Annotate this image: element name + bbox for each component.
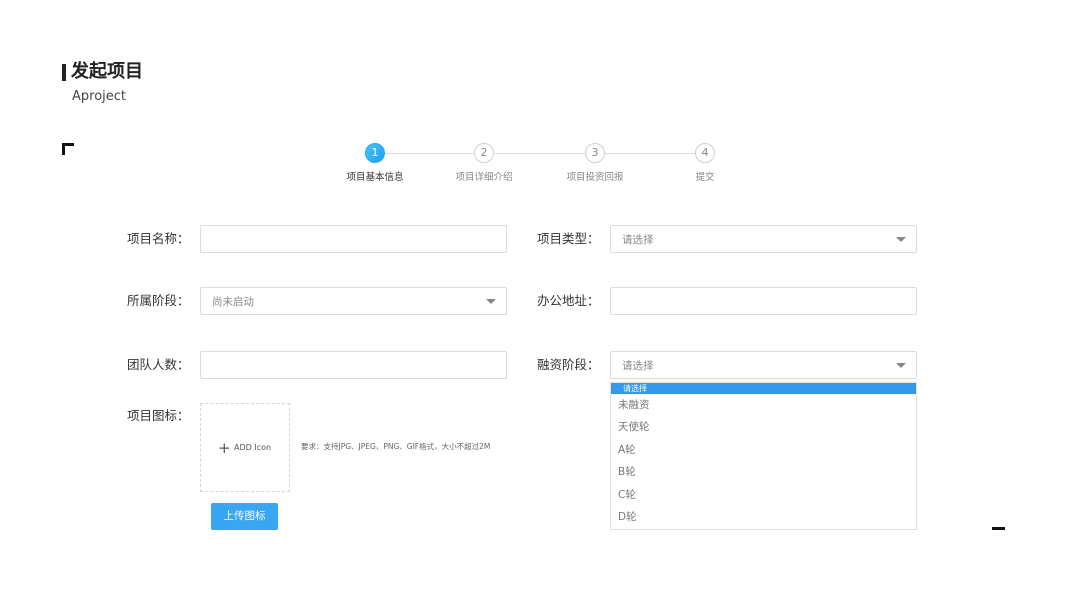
project-type-label: 项目类型： bbox=[537, 231, 600, 246]
caret-down-icon bbox=[486, 299, 496, 304]
dropdown-option-placeholder[interactable]: 请选择 bbox=[611, 383, 916, 394]
step-label: 项目投资回报 bbox=[566, 172, 624, 183]
funding-stage-label: 融资阶段： bbox=[537, 357, 600, 372]
dropdown-option[interactable]: 未融资 bbox=[611, 394, 916, 416]
project-icon-label: 项目图标： bbox=[127, 408, 190, 423]
team-size-field[interactable] bbox=[200, 351, 507, 379]
project-name-field[interactable] bbox=[200, 225, 507, 253]
dropdown-option[interactable]: C轮 bbox=[611, 484, 916, 506]
stage-label: 所属阶段： bbox=[127, 293, 190, 308]
dropdown-option[interactable]: A轮 bbox=[611, 439, 916, 461]
page-title: 发起项目 bbox=[71, 61, 143, 82]
project-name-input[interactable] bbox=[201, 226, 506, 252]
office-address-input[interactable] bbox=[611, 288, 916, 314]
step-number: 3 bbox=[585, 143, 605, 163]
team-size-label: 团队人数： bbox=[127, 357, 190, 372]
caret-down-icon bbox=[896, 237, 906, 242]
step-1[interactable]: 1 项目基本信息 bbox=[320, 143, 430, 183]
team-size-input[interactable] bbox=[201, 352, 506, 378]
step-label: 项目基本信息 bbox=[346, 172, 404, 183]
office-address-field[interactable] bbox=[610, 287, 917, 315]
dropdown-option[interactable]: B轮 bbox=[611, 461, 916, 483]
title-accent-bar bbox=[62, 64, 66, 81]
step-number: 1 bbox=[365, 143, 385, 163]
funding-stage-select[interactable]: 请选择 bbox=[610, 351, 917, 379]
add-icon-text: ADD Icon bbox=[234, 443, 272, 452]
step-2[interactable]: 2 项目详细介绍 bbox=[429, 143, 539, 183]
select-value: 请选择 bbox=[622, 360, 654, 372]
project-name-label: 项目名称： bbox=[127, 231, 190, 246]
plus-icon: + bbox=[218, 439, 231, 457]
funding-stage-dropdown: 请选择 未融资 天使轮 A轮 B轮 C轮 D轮 bbox=[610, 382, 917, 530]
dropdown-option[interactable]: 天使轮 bbox=[611, 416, 916, 438]
corner-decoration bbox=[62, 143, 74, 155]
step-4[interactable]: 4 提交 bbox=[650, 143, 760, 183]
step-3[interactable]: 3 项目投资回报 bbox=[540, 143, 650, 183]
caret-down-icon bbox=[896, 363, 906, 368]
upload-icon-button[interactable]: 上传图标 bbox=[211, 503, 278, 530]
project-type-select[interactable]: 请选择 bbox=[610, 225, 917, 253]
step-number: 2 bbox=[474, 143, 494, 163]
dropdown-option[interactable]: D轮 bbox=[611, 506, 916, 528]
step-label: 项目详细介绍 bbox=[455, 172, 513, 183]
step-label: 提交 bbox=[695, 172, 715, 183]
stage-select[interactable]: 尚未启动 bbox=[200, 287, 507, 315]
dash-decoration bbox=[992, 527, 1005, 530]
page-subtitle: Aproject bbox=[72, 89, 127, 104]
step-number: 4 bbox=[695, 143, 715, 163]
office-address-label: 办公地址： bbox=[537, 293, 600, 308]
select-value: 尚未启动 bbox=[212, 296, 254, 308]
select-value: 请选择 bbox=[622, 234, 654, 246]
icon-upload-area[interactable]: + ADD Icon bbox=[200, 403, 290, 492]
upload-requirements: 要求：支持JPG、JPEG、PNG、GIF格式，大小不超过2M bbox=[301, 442, 491, 451]
